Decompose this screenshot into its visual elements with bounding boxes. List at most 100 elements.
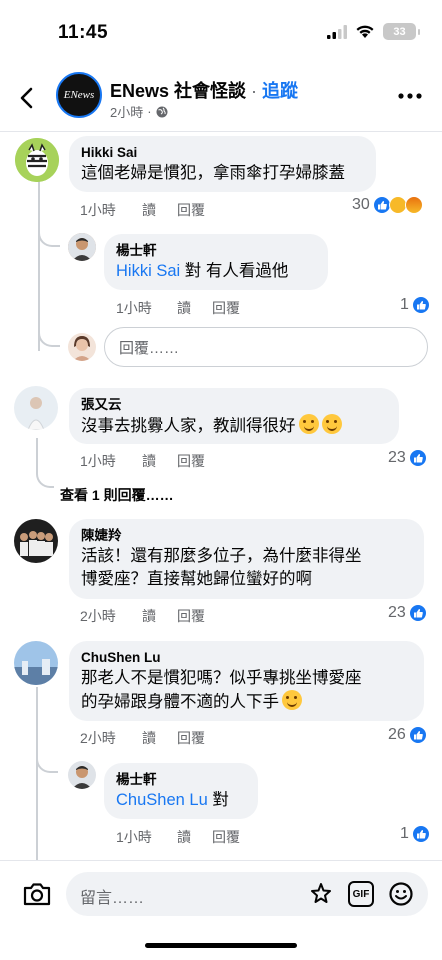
read-button[interactable]: 讀 — [177, 827, 212, 847]
rofl-emoji — [298, 414, 319, 434]
reply-button[interactable]: 回覆 — [177, 200, 205, 220]
group-avatar-icon — [14, 519, 58, 563]
page-name[interactable]: ENews 社會怪談 — [110, 81, 246, 101]
reply-bubble[interactable]: 楊士軒 ChuShen Lu 對 — [104, 763, 258, 819]
comment-actions: 2小時 讀 回覆 — [80, 606, 205, 626]
page-avatar[interactable]: ENews — [56, 72, 102, 118]
avatar[interactable] — [14, 386, 58, 430]
reply-input[interactable]: 回覆…… — [104, 327, 428, 367]
reaction-count: 23 — [388, 604, 406, 621]
read-button[interactable]: 讀 — [142, 606, 177, 626]
gif-label: GIF — [352, 888, 370, 900]
comment-composer: 留言…… GIF — [0, 860, 442, 928]
comment-time[interactable]: 2小時 — [80, 728, 142, 748]
mention-link[interactable]: Hikki Sai — [116, 262, 180, 280]
comment-text-line: 的孕婦跟身體不適的人下手 — [81, 693, 279, 711]
avatar[interactable] — [14, 519, 58, 563]
reaction-summary[interactable]: 23 — [388, 604, 427, 622]
person-avatar-icon — [68, 761, 96, 789]
reaction-summary[interactable]: 30 — [352, 196, 423, 214]
reaction-summary[interactable]: 26 — [388, 726, 427, 744]
status-bar: 11:45 33 — [0, 0, 442, 64]
reaction-summary[interactable]: 23 — [388, 449, 427, 467]
thread-curve — [36, 753, 58, 773]
reply-time[interactable]: 1小時 — [116, 827, 177, 847]
reply-button[interactable]: 回覆 — [212, 827, 240, 847]
reaction-summary[interactable]: 1 — [400, 296, 430, 314]
comment-input[interactable]: 留言…… GIF — [66, 872, 428, 916]
avatar — [68, 333, 96, 361]
avatar[interactable] — [15, 138, 59, 182]
reply-time[interactable]: 1小時 — [116, 298, 177, 318]
comment-text-line: 那老人不是慣犯嗎？似乎專挑坐博愛座 — [81, 669, 362, 687]
person-avatar-icon — [14, 386, 58, 430]
title-separator: · — [246, 81, 263, 101]
comment-text-line: 活該！還有那麼多位子，為什麼非得坐 — [81, 547, 362, 565]
reply-author[interactable]: 楊士軒 — [116, 242, 316, 260]
comment-time[interactable]: 2小時 — [80, 606, 142, 626]
home-indicator[interactable] — [145, 943, 297, 948]
comment-author[interactable]: 張又云 — [81, 396, 387, 414]
avatar[interactable] — [14, 641, 58, 685]
comment-text-line: 博愛座？直接幫她歸位蠻好的啊 — [81, 570, 312, 588]
comment-author[interactable]: Hikki Sai — [81, 144, 364, 162]
like-reaction-icon — [408, 449, 427, 467]
reaction-summary[interactable]: 1 — [400, 825, 430, 843]
rofl-emoji — [321, 414, 342, 434]
sticker-icon[interactable] — [308, 881, 334, 907]
zebra-avatar-icon — [15, 138, 59, 182]
emoji-icon[interactable] — [388, 881, 414, 907]
avatar[interactable] — [68, 761, 96, 789]
reply-actions: 1小時 讀 回覆 — [116, 298, 240, 318]
meta-dot: · — [147, 104, 152, 119]
like-reaction-icon — [408, 726, 427, 744]
comments-list[interactable]: Hikki Sai 這個老婦是慣犯，拿雨傘打孕婦膝蓋 1小時 讀 回覆 30 楊… — [0, 133, 442, 860]
reaction-count: 1 — [400, 825, 409, 842]
comment-bubble[interactable]: 張又云 沒事去挑釁人家，教訓得很好 — [69, 388, 399, 444]
comment-time[interactable]: 1小時 — [80, 451, 142, 471]
read-button[interactable]: 讀 — [177, 298, 212, 318]
read-button[interactable]: 讀 — [142, 451, 177, 471]
comment-bubble[interactable]: 陳婕羚 活該！還有那麼多位子，為什麼非得坐 博愛座？直接幫她歸位蠻好的啊 — [69, 519, 424, 599]
reply-text: 對 有人看過他 — [180, 262, 289, 280]
reply-bubble[interactable]: 楊士軒 Hikki Sai 對 有人看過他 — [104, 234, 328, 290]
post-time[interactable]: 2小時 — [110, 102, 143, 121]
follow-button[interactable]: 追蹤 — [262, 81, 298, 101]
reply-button[interactable]: 回覆 — [212, 298, 240, 318]
gif-icon[interactable]: GIF — [348, 881, 374, 907]
read-button[interactable]: 讀 — [142, 728, 177, 748]
thread-curve — [38, 229, 60, 247]
wifi-icon — [356, 25, 374, 38]
reply-actions: 1小時 讀 回覆 — [116, 827, 240, 847]
more-horizontal-icon[interactable] — [396, 86, 424, 106]
comment-actions: 1小時 讀 回覆 — [80, 451, 205, 471]
reply-author[interactable]: 楊士軒 — [116, 771, 246, 789]
mention-link[interactable]: ChuShen Lu — [116, 791, 208, 809]
post-header: ENews ENews 社會怪談 · 追蹤 2小時 · — [0, 64, 442, 132]
page-logo-text: ENews — [63, 89, 95, 101]
battery-indicator: 33 — [383, 23, 420, 40]
camera-icon[interactable] — [22, 881, 52, 907]
read-button[interactable]: 讀 — [142, 200, 177, 220]
comment-bubble[interactable]: ChuShen Lu 那老人不是慣犯嗎？似乎專挑坐博愛座 的孕婦跟身體不適的人下… — [69, 641, 424, 721]
thread-curve — [38, 325, 60, 347]
comment-author[interactable]: ChuShen Lu — [81, 649, 412, 667]
reply-button[interactable]: 回覆 — [177, 606, 205, 626]
chevron-left-icon[interactable] — [14, 84, 42, 112]
comment-actions: 2小時 讀 回覆 — [80, 728, 205, 748]
user-avatar-icon — [68, 333, 96, 361]
like-reaction-icon — [411, 296, 430, 314]
globe-icon — [156, 106, 168, 117]
comment-bubble[interactable]: Hikki Sai 這個老婦是慣犯，拿雨傘打孕婦膝蓋 — [69, 136, 376, 192]
comment-author[interactable]: 陳婕羚 — [81, 527, 412, 545]
view-replies-link[interactable]: 查看 1 則回覆…… — [60, 485, 174, 505]
like-reaction-icon — [411, 825, 430, 843]
reply-text: 對 — [207, 791, 229, 809]
avatar[interactable] — [68, 233, 96, 261]
status-icons: 33 — [327, 23, 420, 40]
reply-button[interactable]: 回覆 — [177, 451, 205, 471]
comment-time[interactable]: 1小時 — [80, 200, 142, 220]
comment-text: 這個老婦是慣犯，拿雨傘打孕婦膝蓋 — [81, 164, 345, 182]
reply-button[interactable]: 回覆 — [177, 728, 205, 748]
thread-curve — [36, 438, 54, 488]
